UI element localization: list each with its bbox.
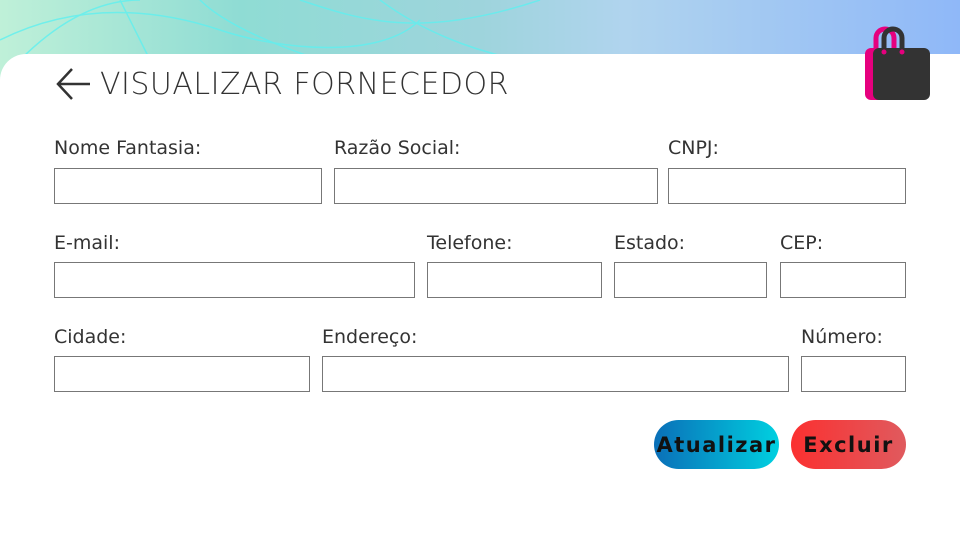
estado-label: Estado: (614, 232, 686, 254)
estado-input[interactable] (614, 262, 767, 298)
arrow-left-icon[interactable] (54, 64, 94, 104)
razao-social-input[interactable] (334, 168, 658, 204)
form-card (0, 54, 960, 554)
telefone-label: Telefone: (427, 232, 513, 254)
endereco-label: Endereço: (322, 326, 418, 348)
background-wave-decoration (0, 0, 541, 60)
numero-input[interactable] (801, 356, 906, 392)
nome-fantasia-label: Nome Fantasia: (54, 137, 202, 159)
cnpj-input[interactable] (668, 168, 906, 204)
page-title: VISUALIZAR FORNECEDOR (100, 66, 509, 102)
telefone-input[interactable] (427, 262, 602, 298)
cnpj-label: CNPJ: (668, 137, 719, 159)
numero-label: Número: (801, 326, 883, 348)
razao-social-label: Razão Social: (334, 137, 461, 159)
cep-label: CEP: (780, 232, 824, 254)
cidade-input[interactable] (54, 356, 310, 392)
endereco-input[interactable] (322, 356, 789, 392)
nome-fantasia-input[interactable] (54, 168, 322, 204)
shopping-bag-icon (865, 26, 930, 100)
page-header: VISUALIZAR FORNECEDOR (54, 64, 509, 104)
delete-button[interactable]: Excluir (791, 420, 906, 469)
email-label: E-mail: (54, 232, 120, 254)
cep-input[interactable] (780, 262, 906, 298)
cidade-label: Cidade: (54, 326, 127, 348)
email-input[interactable] (54, 262, 415, 298)
update-button[interactable]: Atualizar (654, 420, 779, 469)
